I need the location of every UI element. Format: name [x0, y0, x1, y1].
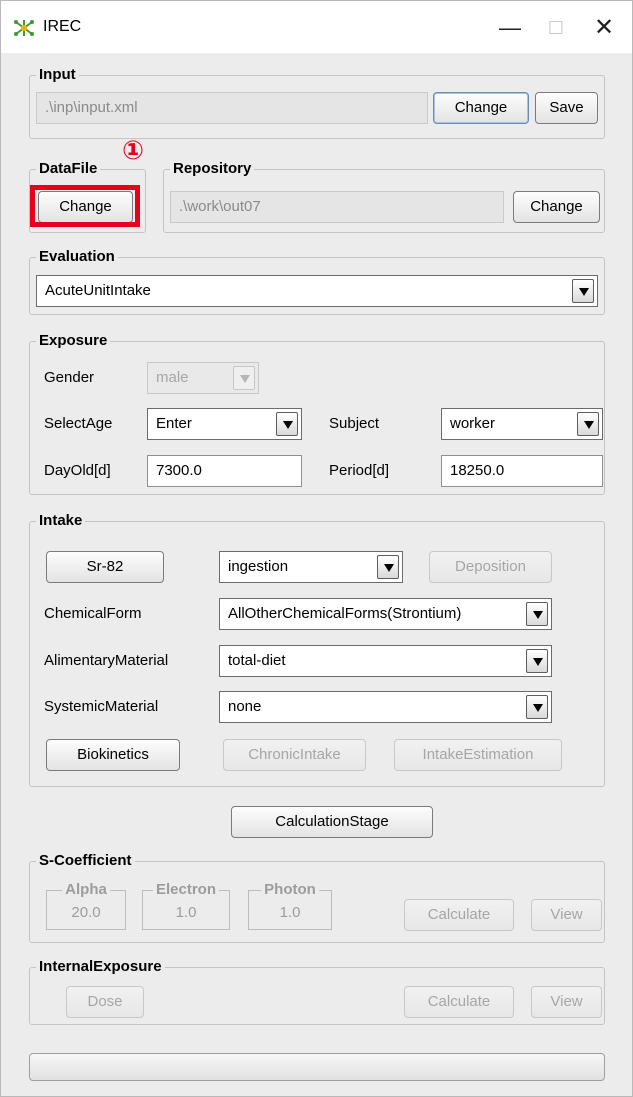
- biokinetics-button[interactable]: Biokinetics: [46, 739, 180, 771]
- selectage-select[interactable]: Enter: [147, 408, 302, 440]
- chevron-down-icon[interactable]: [577, 412, 599, 436]
- subject-value: worker: [450, 415, 496, 432]
- internal-exposure-calculate-button: Calculate: [404, 986, 514, 1018]
- chevron-down-icon[interactable]: [526, 695, 548, 719]
- intake-group: Intake Sr-82 ingestion Deposition Chemic…: [29, 511, 605, 787]
- deposition-button: Deposition: [429, 551, 552, 583]
- internal-exposure-legend: InternalExposure: [36, 957, 165, 977]
- chevron-down-icon[interactable]: [276, 412, 298, 436]
- systemic-value: none: [228, 698, 262, 715]
- evaluation-group: Evaluation AcuteUnitIntake: [29, 247, 605, 315]
- alpha-value: 20.0: [71, 904, 101, 921]
- evaluation-selected-value: AcuteUnitIntake: [45, 282, 151, 299]
- evaluation-select[interactable]: AcuteUnitIntake: [36, 275, 598, 307]
- s-coefficient-legend: S-Coefficient: [36, 851, 135, 871]
- repository-change-button[interactable]: Change: [513, 191, 600, 223]
- input-group: Input .\inp\input.xml Change Save: [29, 65, 605, 139]
- repository-legend: Repository: [170, 159, 255, 179]
- minimize-button[interactable]: —: [487, 9, 533, 47]
- route-value: ingestion: [228, 558, 289, 575]
- photon-label: Photon: [261, 880, 319, 900]
- input-path-field: .\inp\input.xml: [36, 92, 428, 124]
- s-coefficient-view-button: View: [531, 899, 602, 931]
- calculationstage-button[interactable]: CalculationStage: [231, 806, 433, 838]
- s-coefficient-group: S-Coefficient Alpha 20.0 Electron 1.0 Ph…: [29, 851, 605, 943]
- alimentary-value: total-diet: [228, 652, 286, 669]
- photon-value: 1.0: [279, 904, 301, 921]
- selectage-label: SelectAge: [44, 415, 113, 432]
- chemicalform-value: AllOtherChemicalForms(Strontium): [228, 605, 462, 622]
- internal-exposure-group: InternalExposure Dose Calculate View: [29, 957, 605, 1025]
- exposure-legend: Exposure: [36, 331, 111, 351]
- intakeestimation-button: IntakeEstimation: [394, 739, 562, 771]
- alimentary-select[interactable]: total-diet: [219, 645, 552, 677]
- electron-label: Electron: [152, 880, 220, 900]
- photon-box: Photon 1.0: [248, 880, 332, 930]
- chronicintake-button: ChronicIntake: [223, 739, 366, 771]
- dayold-label: DayOld[d]: [44, 462, 111, 479]
- nuclide-button[interactable]: Sr-82: [46, 551, 164, 583]
- electron-box: Electron 1.0: [142, 880, 230, 930]
- chevron-down-icon[interactable]: [526, 649, 548, 673]
- electron-value: 1.0: [175, 904, 197, 921]
- repository-group: Repository .\work\out07 Change: [163, 159, 605, 233]
- gender-label: Gender: [44, 369, 95, 386]
- window-title: IREC: [43, 18, 82, 35]
- subject-label: Subject: [329, 415, 380, 432]
- app-logo-icon: [13, 19, 35, 37]
- irec-window: IREC — ☐ ✕ Input .\inp\input.xml Change …: [0, 0, 633, 1097]
- exposure-group: Exposure Gender male SelectAge Enter Sub…: [29, 331, 605, 495]
- route-select[interactable]: ingestion: [219, 551, 403, 583]
- chevron-down-icon: [233, 366, 255, 390]
- input-legend: Input: [36, 65, 79, 85]
- intake-legend: Intake: [36, 511, 86, 531]
- progress-bar: [29, 1053, 605, 1081]
- input-change-button[interactable]: Change: [433, 92, 529, 124]
- maximize-button[interactable]: ☐: [533, 9, 579, 47]
- selectage-value: Enter: [156, 415, 192, 432]
- chemicalform-select[interactable]: AllOtherChemicalForms(Strontium): [219, 598, 552, 630]
- chevron-down-icon[interactable]: [377, 555, 399, 579]
- subject-select[interactable]: worker: [441, 408, 603, 440]
- step-marker: ①: [121, 135, 144, 165]
- close-button[interactable]: ✕: [581, 9, 627, 47]
- gender-value: male: [156, 369, 189, 386]
- alpha-label: Alpha: [62, 880, 110, 900]
- internal-exposure-view-button: View: [531, 986, 602, 1018]
- evaluation-legend: Evaluation: [36, 247, 118, 267]
- chevron-down-icon[interactable]: [572, 279, 594, 303]
- highlight-annotation-box: [30, 185, 140, 227]
- dose-button: Dose: [66, 986, 144, 1018]
- input-save-button[interactable]: Save: [535, 92, 598, 124]
- systemic-label: SystemicMaterial: [44, 698, 159, 715]
- gender-select: male: [147, 362, 259, 394]
- title-bar[interactable]: IREC — ☐ ✕: [1, 1, 632, 53]
- period-input[interactable]: 18250.0: [441, 455, 603, 487]
- datafile-legend: DataFile: [36, 159, 101, 179]
- period-label: Period[d]: [329, 462, 390, 479]
- s-coefficient-calculate-button: Calculate: [404, 899, 514, 931]
- repository-path-field: .\work\out07: [170, 191, 504, 223]
- dayold-input[interactable]: 7300.0: [147, 455, 302, 487]
- chevron-down-icon[interactable]: [526, 602, 548, 626]
- alpha-box: Alpha 20.0: [46, 880, 126, 930]
- chemicalform-label: ChemicalForm: [44, 605, 142, 622]
- alimentary-label: AlimentaryMaterial: [44, 652, 169, 669]
- systemic-select[interactable]: none: [219, 691, 552, 723]
